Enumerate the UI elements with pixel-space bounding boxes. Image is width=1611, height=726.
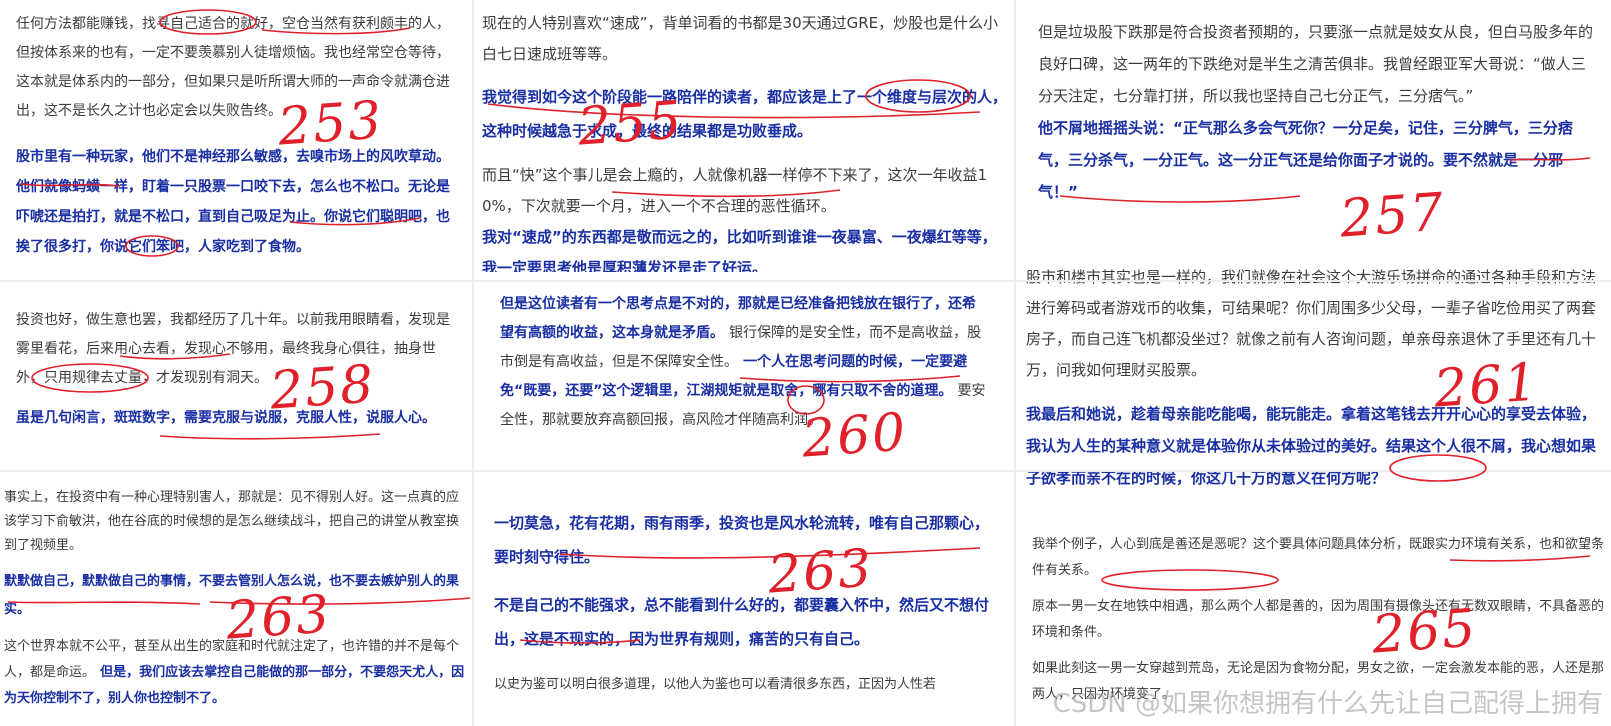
- panel-265-text-1: 我举个例子，人心到底是善还是恶呢？这个要具体问题具体分析，既跟实力环境有关系，也…: [1032, 537, 1605, 578]
- panel-263-middle-text: 以史为鉴可以明白很多道理，以他人为鉴也可以看清很多东西，正因为人性若: [494, 677, 937, 692]
- page-number-mark-253: 253: [276, 90, 386, 158]
- panel-263-middle-highlight-2: 不是自己的不能强求，总不能看到什么好的，都要囊入怀中，然后又不想付出，这是不现实…: [494, 596, 990, 648]
- panel-253-text: 任何方法都能赚钱，找寻自己适合的就好，空仓当然有获利颇丰的人，但按体系来的也有，…: [16, 16, 450, 119]
- row-divider: [0, 470, 1611, 472]
- panel-257-text: 但是垃圾股下跌那是符合投资者预期的，只要涨一点就是妓女从良，但白马股多年的良好口…: [1038, 23, 1594, 105]
- panel-253-highlight: 股市里有一种玩家，他们不是神经那么敏感，去嗅市场上的风吹草动。他们就像蚂蟥一样，…: [16, 149, 450, 255]
- note-panel-258: 投资也好，做生意也罢，我都经历了几十年。以前我用眼睛看，发现是雾里看花，后来用心…: [8, 306, 470, 456]
- row-divider: [0, 280, 1611, 282]
- note-panel-257: 但是垃圾股下跌那是符合投资者预期的，只要涨一点就是妓女从良，但白马股多年的良好口…: [1028, 12, 1608, 248]
- panel-255-highlight-1: 我觉得到如今这个阶段能一路陪伴的读者，都应该是上了一个维度与层次的人，这种时候越…: [482, 88, 1008, 140]
- page-number-mark-255: 255: [576, 90, 686, 158]
- page-number-mark-257: 257: [1338, 182, 1448, 250]
- panel-257-highlight: 他不屑地摇摇头说：“正气那么多会气死你？一分足矣，记住，三分脾气，三分痞气，三分…: [1038, 119, 1573, 201]
- note-panel-253: 任何方法都能赚钱，找寻自己适合的就好，空仓当然有获利颇丰的人，但按体系来的也有，…: [8, 4, 470, 266]
- note-panel-255: 现在的人特别喜欢“速成”，背单词看的书都是30天通过GRE，炒股也是什么小白七日…: [474, 4, 1018, 272]
- page-number-mark-263-middle: 263: [766, 538, 876, 606]
- panel-263-left-text-1: 事实上，在投资中有一种心理特别害人，那就是：见不得别人好。这一点真的应该学习下俞…: [4, 490, 460, 553]
- page-number-mark-265: 265: [1370, 598, 1480, 666]
- panel-263-middle-highlight-1: 一切莫急，花有花期，雨有雨季，投资也是风水轮流转，唯有自己那颗心，要时刻守得住。: [494, 514, 990, 566]
- page-number-mark-258: 258: [268, 354, 378, 422]
- page-number-mark-260: 260: [800, 402, 910, 470]
- panel-258-text: 投资也好，做生意也罢，我都经历了几十年。以前我用眼睛看，发现是雾里看花，后来用心…: [16, 312, 450, 386]
- panel-258-highlight: 虽是几句闲言，斑斑数字，需要克服与说服，克服人性，说服人心。: [16, 410, 436, 426]
- note-panel-263-middle: 一切莫急，花有花期，雨有雨季，投资也是风水轮流转，唯有自己那颗心，要时刻守得住。…: [486, 506, 1010, 726]
- page-number-mark-263-left: 263: [224, 584, 334, 652]
- note-panel-260: 但是这位读者有一个思考点是不对的，那就是已经准备把钱放在银行了，还希望有高额的收…: [494, 290, 994, 450]
- panel-255-text-2: 而且“快”这个事儿是会上瘾的，人就像机器一样停不下来了，这次一年收益10%，下次…: [482, 166, 988, 215]
- panel-255-text-1: 现在的人特别喜欢“速成”，背单词看的书都是30天通过GRE，炒股也是什么小白七日…: [482, 14, 999, 63]
- panel-255-highlight-2: 我对“速成”的东西都是敬而远之的，比如听到谁谁一夜暴富、一夜爆红等等，我一定要思…: [482, 228, 997, 272]
- panel-265-text-2: 原本一男一女在地铁中相遇，那么两个人都是善的，因为周围有摄像头还有无数双眼睛，不…: [1032, 599, 1605, 640]
- page-number-mark-261: 261: [1432, 352, 1542, 420]
- watermark: CSDN @如果你想拥有什么先让自己配得上拥有: [1052, 689, 1603, 719]
- column-divider: [472, 0, 474, 726]
- column-divider: [1014, 0, 1016, 726]
